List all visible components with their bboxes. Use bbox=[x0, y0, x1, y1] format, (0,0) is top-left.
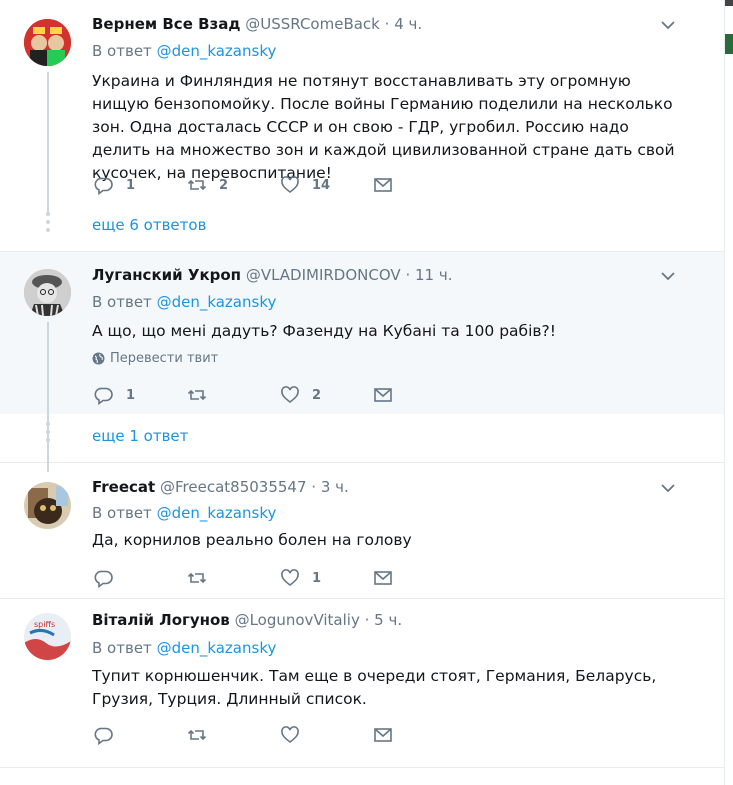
reply-context: В ответ @den_kazansky bbox=[92, 504, 276, 522]
reply-prefix: В ответ bbox=[92, 504, 152, 522]
svg-text:spiffs: spiffs bbox=[34, 620, 55, 629]
tweet-actions: 1 2 bbox=[92, 385, 412, 405]
display-name[interactable]: Freecat bbox=[92, 478, 155, 496]
tweet-header: Луганский Укроп @VLADIMIRDONCOV · 11 ч. bbox=[92, 266, 452, 284]
timestamp[interactable]: · 5 ч. bbox=[365, 611, 402, 629]
tweet-actions: 1 bbox=[92, 568, 412, 588]
reply-prefix: В ответ bbox=[92, 42, 152, 60]
direct-message-button[interactable] bbox=[373, 385, 393, 405]
retweet-icon bbox=[187, 389, 207, 401]
like-count: 1 bbox=[312, 570, 322, 586]
show-more-replies-link[interactable]: еще 1 ответ bbox=[92, 427, 188, 445]
retweet-button[interactable]: 2 bbox=[187, 175, 228, 195]
like-icon bbox=[281, 726, 299, 744]
reply-mention-link[interactable]: @den_kazansky bbox=[157, 639, 277, 657]
direct-message-button[interactable] bbox=[373, 568, 393, 588]
reply-button[interactable]: 1 bbox=[94, 385, 135, 405]
like-button[interactable]: 1 bbox=[280, 568, 321, 588]
reply-mention-link[interactable]: @den_kazansky bbox=[157, 42, 277, 60]
reply-button[interactable]: 1 bbox=[94, 175, 135, 195]
timestamp[interactable]: · 11 ч. bbox=[405, 266, 452, 284]
username[interactable]: @LogunovVitaliy bbox=[235, 611, 360, 629]
avatar[interactable] bbox=[24, 269, 71, 316]
like-count: 14 bbox=[312, 177, 331, 193]
direct-message-icon bbox=[374, 571, 392, 585]
like-icon bbox=[281, 176, 299, 194]
reply-icon bbox=[94, 387, 113, 405]
chevron-down-icon[interactable] bbox=[660, 480, 676, 496]
avatar[interactable]: spiffs bbox=[24, 613, 71, 660]
avatar[interactable] bbox=[24, 19, 71, 66]
reply-prefix: В ответ bbox=[92, 639, 152, 657]
reply-context: В ответ @den_kazansky bbox=[92, 639, 276, 657]
tweet[interactable]: spiffs Віталій Логунов @LogunovVitaliy ·… bbox=[0, 599, 724, 768]
page-edge-green bbox=[725, 34, 733, 54]
retweet-count: 2 bbox=[219, 177, 229, 193]
tweet-text: Тупит корнюшенчик. Там еще в очереди сто… bbox=[92, 667, 657, 708]
retweet-icon bbox=[187, 729, 207, 741]
reply-icon bbox=[94, 570, 113, 588]
reply-mention-link[interactable]: @den_kazansky bbox=[157, 293, 277, 311]
reply-icon bbox=[94, 177, 113, 195]
reply-context: В ответ @den_kazansky bbox=[92, 293, 276, 311]
tweet[interactable]: Луганский Укроп @VLADIMIRDONCOV · 11 ч. … bbox=[0, 252, 724, 472]
retweet-button[interactable] bbox=[187, 725, 219, 745]
reply-button[interactable] bbox=[94, 568, 126, 588]
direct-message-button[interactable] bbox=[373, 175, 393, 195]
like-icon bbox=[281, 386, 299, 404]
like-button[interactable] bbox=[280, 725, 312, 745]
thread-dots bbox=[46, 422, 50, 446]
reply-count: 1 bbox=[126, 177, 136, 193]
retweet-button[interactable] bbox=[187, 385, 219, 405]
retweet-icon bbox=[187, 179, 207, 191]
display-name[interactable]: Віталій Логунов bbox=[92, 611, 230, 629]
thread-dots bbox=[46, 212, 50, 236]
username[interactable]: @USSRComeBack bbox=[245, 15, 380, 33]
tweet[interactable]: Freecat @Freecat85035547 · 3 ч. В ответ … bbox=[0, 463, 724, 599]
direct-message-icon bbox=[374, 178, 392, 192]
timestamp[interactable]: · 4 ч. bbox=[385, 15, 422, 33]
tweet-text: А що, що мені дадуть? Фазенду на Кубані … bbox=[92, 322, 556, 340]
translate-label: Перевести твит bbox=[110, 351, 219, 366]
tweet-header: Freecat @Freecat85035547 · 3 ч. bbox=[92, 478, 349, 496]
direct-message-icon bbox=[374, 728, 392, 742]
background-page-edge bbox=[725, 0, 733, 785]
reply-count: 1 bbox=[126, 387, 136, 403]
reply-prefix: В ответ bbox=[92, 293, 152, 311]
reply-icon bbox=[94, 727, 113, 745]
tweet-actions bbox=[92, 725, 412, 745]
retweet-button[interactable] bbox=[187, 568, 219, 588]
tweet-text: Украина и Финляндия не потянут восстанав… bbox=[92, 72, 675, 182]
like-count: 2 bbox=[312, 387, 322, 403]
tweet-actions: 1 2 14 bbox=[92, 175, 412, 195]
thread-line bbox=[47, 322, 49, 472]
username[interactable]: @VLADIMIRDONCOV bbox=[246, 266, 401, 284]
tweet[interactable]: Вернем Все Взад @USSRComeBack · 4 ч. В о… bbox=[0, 0, 724, 252]
direct-message-button[interactable] bbox=[373, 725, 393, 745]
display-name[interactable]: Вернем Все Взад bbox=[92, 15, 240, 33]
like-icon bbox=[281, 569, 299, 587]
show-more-replies-link[interactable]: еще 6 ответов bbox=[92, 216, 206, 234]
globe-icon bbox=[92, 352, 105, 365]
chevron-down-icon[interactable] bbox=[660, 17, 676, 33]
conversation-panel: Вернем Все Взад @USSRComeBack · 4 ч. В о… bbox=[0, 0, 725, 785]
avatar[interactable] bbox=[24, 482, 71, 529]
like-button[interactable]: 14 bbox=[280, 175, 330, 195]
tweet-header: Вернем Все Взад @USSRComeBack · 4 ч. bbox=[92, 15, 422, 33]
thread-line bbox=[47, 72, 49, 212]
reply-context: В ответ @den_kazansky bbox=[92, 42, 276, 60]
retweet-icon bbox=[187, 572, 207, 584]
direct-message-icon bbox=[374, 388, 392, 402]
like-button[interactable]: 2 bbox=[280, 385, 321, 405]
display-name[interactable]: Луганский Укроп bbox=[92, 266, 241, 284]
reply-mention-link[interactable]: @den_kazansky bbox=[157, 504, 277, 522]
username[interactable]: @Freecat85035547 bbox=[160, 478, 307, 496]
tweet-header: Віталій Логунов @LogunovVitaliy · 5 ч. bbox=[92, 611, 402, 629]
tweet-text: Да, корнилов реально болен на голову bbox=[92, 531, 412, 549]
reply-button[interactable] bbox=[94, 725, 126, 745]
timestamp[interactable]: · 3 ч. bbox=[311, 478, 348, 496]
page-edge-dark bbox=[725, 0, 733, 6]
translate-tweet-link[interactable]: Перевести твит bbox=[92, 351, 218, 366]
chevron-down-icon[interactable] bbox=[660, 268, 676, 284]
